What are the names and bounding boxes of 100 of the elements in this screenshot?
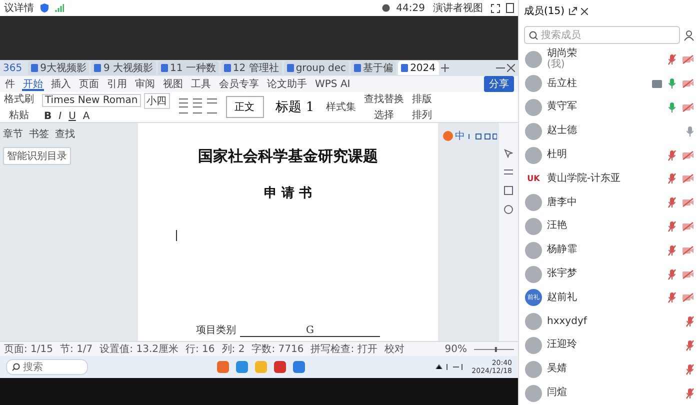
members-tab[interactable]: 成员(15) <box>524 4 565 18</box>
document-tab[interactable]: 12 管理社 <box>220 61 282 75</box>
style-set-button[interactable]: 样式集 <box>326 100 356 114</box>
camera-off-icon[interactable] <box>682 79 694 88</box>
camera-off-icon[interactable] <box>682 198 694 208</box>
add-member-icon[interactable] <box>684 30 695 40</box>
pointer-icon[interactable] <box>504 149 513 158</box>
member-name: 杜明 <box>547 150 567 160</box>
nav-pane-tab[interactable]: 章节 <box>3 127 23 141</box>
sliders-icon[interactable] <box>504 168 513 176</box>
camera-off-icon[interactable] <box>682 150 694 160</box>
slider-thumb[interactable] <box>494 346 497 352</box>
font-size-dropdown[interactable]: 小四 <box>144 92 170 108</box>
smart-toc-button[interactable]: 智能识别目录 <box>3 147 71 165</box>
muted-mic-icon[interactable] <box>686 316 694 328</box>
image-icon[interactable] <box>504 186 513 195</box>
format-button[interactable]: U <box>66 110 78 122</box>
muted-mic-icon[interactable] <box>686 364 694 375</box>
font-dropdown[interactable]: Times New Roman <box>42 94 141 107</box>
file-menu[interactable]: 件 <box>4 77 16 91</box>
share-button[interactable]: 分享 <box>484 76 514 92</box>
camera-off-icon[interactable] <box>682 174 694 184</box>
document-tab[interactable]: 9大视频影 <box>28 61 90 75</box>
mic-icon[interactable] <box>668 102 676 113</box>
document-icon <box>354 64 362 72</box>
paste-button[interactable]: 粘贴 <box>4 108 34 122</box>
muted-mic-icon[interactable] <box>668 54 676 66</box>
close-icon[interactable] <box>580 8 588 14</box>
minimize-icon[interactable] <box>496 67 505 69</box>
layout-button[interactable]: 排版 <box>412 92 432 106</box>
taskbar-app-icon[interactable] <box>293 361 306 373</box>
muted-mic-icon[interactable] <box>686 340 694 351</box>
muted-mic-icon[interactable] <box>668 150 676 161</box>
muted-mic-icon[interactable] <box>668 173 676 184</box>
speaker-view-button[interactable]: 演讲者视图 <box>431 1 485 15</box>
zoom-slider[interactable] <box>474 346 514 352</box>
muted-mic-icon[interactable] <box>668 220 676 232</box>
taskbar-app-icon[interactable] <box>217 361 230 373</box>
document-tab[interactable]: 基于偏 <box>351 61 396 75</box>
fullscreen-icon[interactable] <box>491 4 500 12</box>
taskbar-app-icon[interactable] <box>274 361 286 373</box>
member-note: (我) <box>547 60 566 70</box>
muted-mic-icon[interactable] <box>668 244 676 256</box>
camera-off-icon[interactable] <box>682 222 694 231</box>
select-button[interactable]: 选择 <box>364 108 404 122</box>
member-name: 岳立柱 <box>547 78 577 89</box>
format-button[interactable]: I <box>56 110 64 122</box>
format-button[interactable]: A <box>80 110 92 122</box>
format-painter-button[interactable]: 格式刷 <box>4 92 34 106</box>
tray-icons[interactable] <box>434 363 465 371</box>
mic-icon[interactable] <box>686 126 694 137</box>
document-tab[interactable]: 11 一种数 <box>158 61 219 75</box>
document-tab[interactable]: 9 大视频影 <box>91 61 156 75</box>
muted-mic-icon[interactable] <box>668 268 676 280</box>
taskbar-app-icon[interactable] <box>236 361 248 373</box>
muted-mic-icon[interactable] <box>686 388 694 399</box>
signal-icon <box>55 4 64 12</box>
camera-off-icon[interactable] <box>682 102 694 112</box>
ribbon-tab[interactable]: 工具 <box>190 77 212 91</box>
screen-share-icon[interactable] <box>652 80 662 88</box>
camera-off-icon[interactable] <box>682 293 694 302</box>
ribbon-tab[interactable]: 审阅 <box>134 77 156 91</box>
document-icon <box>94 64 102 72</box>
ribbon-tab[interactable]: 页面 <box>78 77 100 91</box>
input-mode-label[interactable]: 中 <box>455 129 465 143</box>
meeting-title[interactable]: 议详情 <box>4 1 34 15</box>
close-icon[interactable] <box>507 64 515 72</box>
format-button[interactable]: B <box>42 110 54 122</box>
ribbon-tab[interactable]: 引用 <box>106 77 128 91</box>
fill-in-line[interactable]: G <box>240 325 380 337</box>
taskbar-search-field[interactable]: 搜索 <box>6 359 88 375</box>
zoom-level[interactable]: 90% <box>444 344 467 354</box>
muted-mic-icon[interactable] <box>668 292 676 304</box>
member-name: 张宇梦 <box>547 269 577 280</box>
ribbon-tab[interactable]: 论文助手 <box>266 77 308 91</box>
app-brand[interactable]: 365 <box>3 62 22 74</box>
pop-out-icon[interactable] <box>568 7 577 15</box>
add-tab-icon[interactable] <box>440 64 449 72</box>
mic-icon[interactable] <box>668 78 676 90</box>
camera-off-icon[interactable] <box>682 246 694 255</box>
camera-off-icon[interactable] <box>682 270 694 279</box>
ribbon-tab[interactable]: 插入 <box>50 77 72 91</box>
wps-ai-button[interactable]: WPS AI <box>314 77 352 91</box>
help-icon[interactable] <box>504 205 513 214</box>
arrange-button[interactable]: 排列 <box>412 108 432 122</box>
ime-toolbar-icon[interactable] <box>467 132 497 140</box>
nav-pane-tab[interactable]: 书签 <box>29 127 49 141</box>
avatar-placeholder <box>525 194 542 212</box>
document-tab[interactable]: group dec <box>284 61 350 75</box>
find-replace-button[interactable]: 查找替换 <box>364 92 404 106</box>
nav-pane-tab[interactable]: 查找 <box>55 127 75 141</box>
style-preset[interactable]: 正文 <box>226 96 264 118</box>
document-tab[interactable]: 2024 <box>398 61 439 75</box>
panel-icon[interactable] <box>506 3 514 13</box>
input-method-icon[interactable] <box>443 131 453 141</box>
camera-off-icon[interactable] <box>682 55 694 64</box>
muted-mic-icon[interactable] <box>668 197 676 208</box>
member-name: 汪艳 <box>547 221 567 232</box>
ribbon-tab[interactable]: 会员专享 <box>218 77 260 91</box>
ribbon-tab[interactable]: 视图 <box>162 77 184 91</box>
